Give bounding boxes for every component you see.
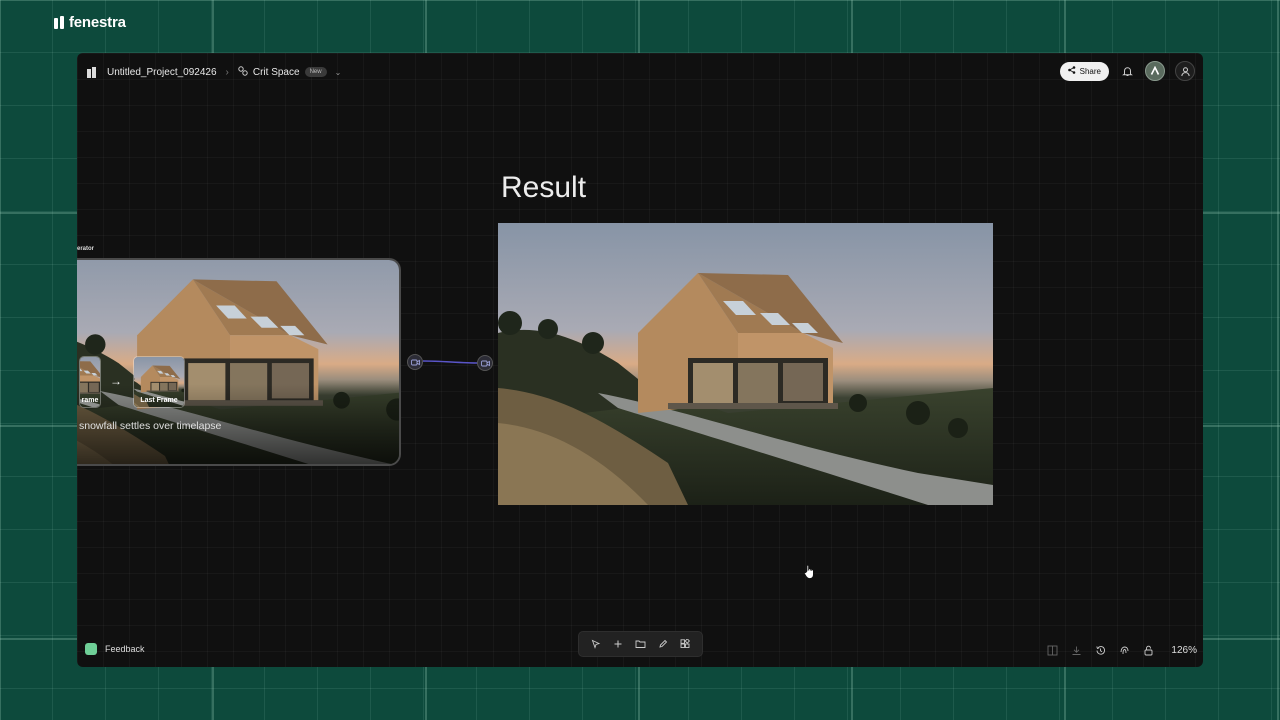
fenestra-logo-icon [54, 16, 65, 29]
prompt-text: snowfall settles over timelapse [79, 420, 222, 432]
last-frame-thumbnail[interactable]: Last Frame [133, 356, 185, 408]
folder-icon[interactable] [633, 637, 647, 651]
fingerprint-icon[interactable] [1117, 643, 1131, 657]
chevron-down-icon: ⌄ [334, 67, 342, 77]
feedback-label: Feedback [105, 644, 145, 654]
user-avatar-icon[interactable] [1175, 61, 1195, 81]
canvas-toolbar [578, 631, 703, 657]
app-window: Untitled_Project_092426 › Crit Space New… [77, 53, 1203, 667]
view-controls: 126% [1045, 643, 1197, 657]
space-name: Crit Space [252, 66, 300, 78]
pencil-icon[interactable] [656, 637, 670, 651]
generator-node[interactable]: rame → Last Frame [77, 258, 401, 466]
plus-icon[interactable] [611, 637, 625, 651]
output-port-video-icon[interactable] [407, 354, 423, 370]
input-port-video-icon[interactable] [477, 355, 493, 371]
brand-logo[interactable]: fenestra [54, 14, 126, 31]
last-frame-label: Last Frame [140, 397, 178, 404]
project-icon[interactable] [85, 65, 99, 79]
breadcrumb-separator: › [225, 66, 229, 78]
lock-icon[interactable] [1141, 643, 1155, 657]
arrow-right-icon: → [110, 374, 122, 388]
node-connector [423, 360, 479, 364]
bell-icon[interactable] [1119, 63, 1135, 79]
result-image[interactable] [498, 223, 993, 505]
hand-cursor-icon [803, 564, 814, 579]
brand-name: fenestra [69, 14, 126, 31]
feedback-button[interactable]: Feedback [85, 643, 145, 655]
space-selector[interactable]: Crit Space New ⌄ [238, 65, 342, 79]
zoom-level[interactable]: 126% [1171, 645, 1197, 656]
feedback-icon [85, 643, 97, 655]
download-icon[interactable] [1069, 643, 1083, 657]
topbar-actions: Share [1059, 61, 1195, 81]
project-breadcrumb: Untitled_Project_092426 › Crit Space New… [85, 62, 341, 82]
apps-icon[interactable] [678, 637, 692, 651]
team-avatar[interactable] [1145, 61, 1165, 81]
share-button[interactable]: Share [1059, 61, 1109, 81]
split-view-icon[interactable] [1045, 643, 1059, 657]
share-icon [1067, 66, 1076, 76]
link-icon [238, 65, 248, 79]
share-label: Share [1079, 66, 1101, 76]
pointer-icon[interactable] [589, 637, 603, 651]
first-frame-label: rame [81, 397, 99, 404]
first-frame-thumbnail[interactable]: rame [79, 356, 101, 408]
new-badge: New [304, 67, 327, 77]
project-title[interactable]: Untitled_Project_092426 [107, 67, 217, 78]
history-icon[interactable] [1093, 643, 1107, 657]
result-title: Result [501, 171, 587, 204]
generator-node-label: erator [77, 246, 95, 252]
